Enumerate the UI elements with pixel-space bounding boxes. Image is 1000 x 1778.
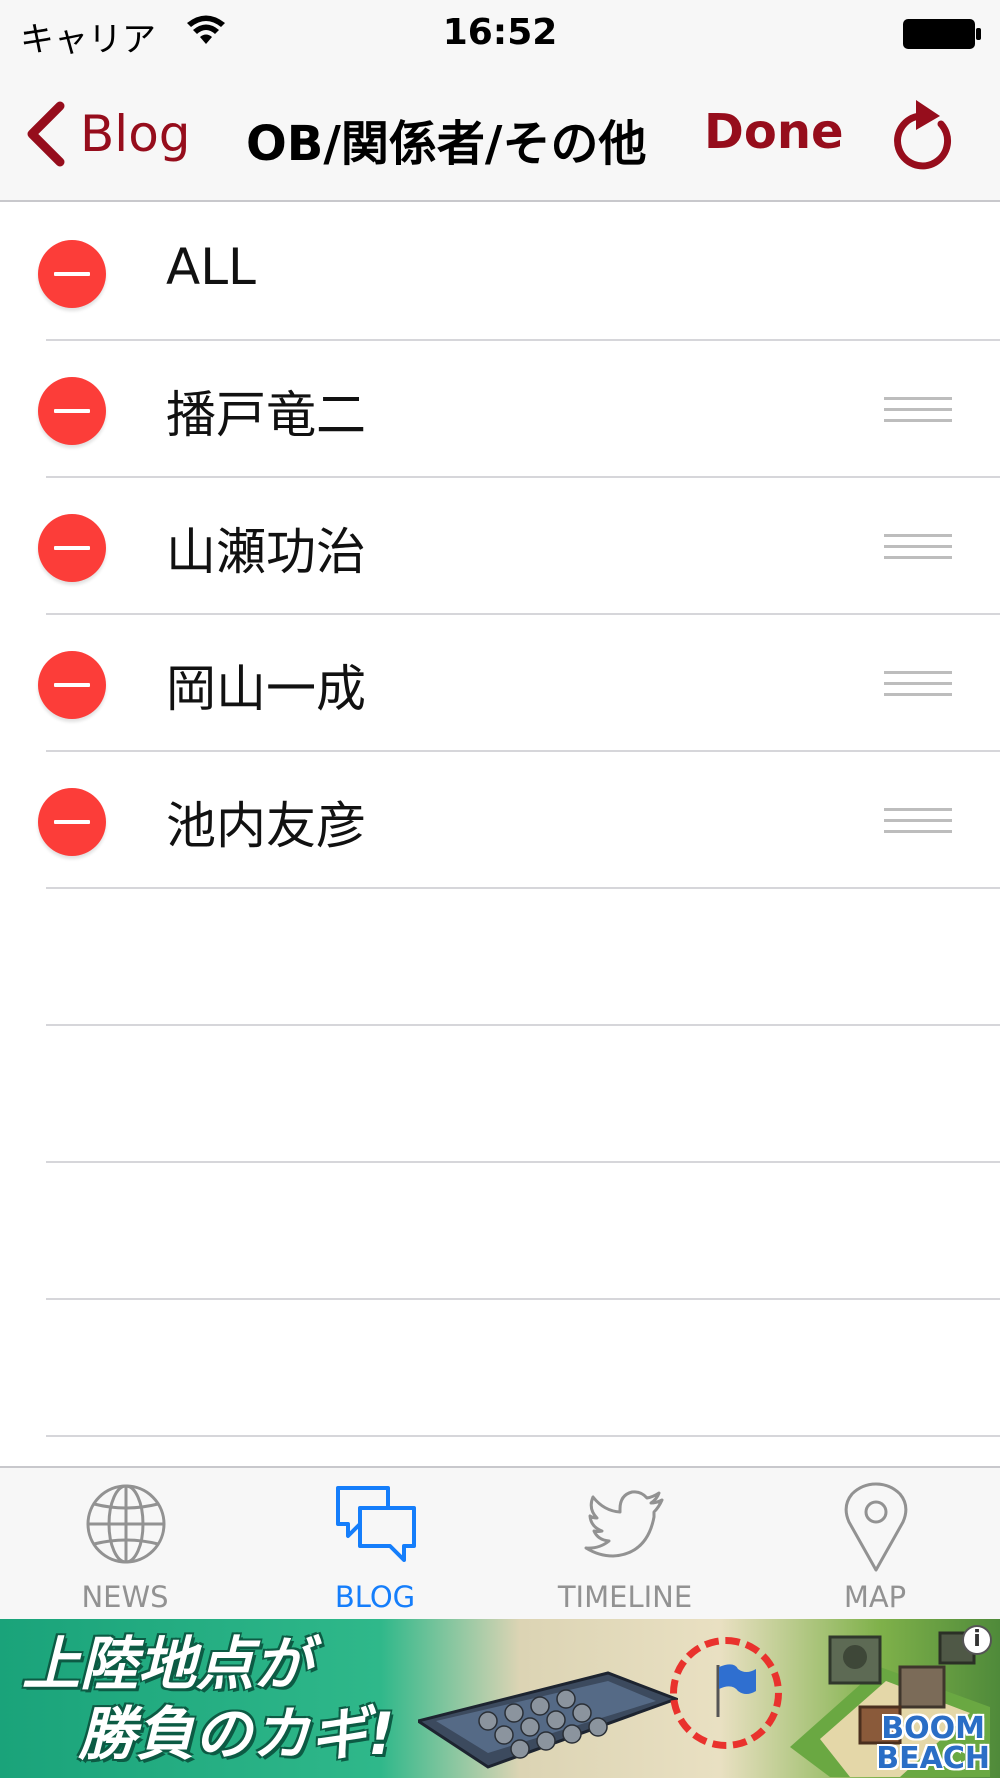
chevron-left-icon	[27, 101, 65, 167]
chat-bubbles-icon	[336, 1486, 416, 1562]
refresh-icon[interactable]	[888, 94, 958, 174]
flag-icon	[716, 1664, 756, 1717]
ad-headline-line1: 上陸地点が	[22, 1630, 313, 1698]
status-bar: キャリア 16:52	[0, 0, 1000, 66]
list-item: 岡山一成	[0, 615, 1000, 752]
ad-banner[interactable]: 上陸地点が 勝負のカギ! i BOOM BEACH	[0, 1619, 1000, 1778]
tab-label: NEWS	[81, 1580, 169, 1614]
tab-timeline[interactable]: TIMELINE	[500, 1468, 750, 1621]
list-item-label: ALL	[166, 238, 256, 296]
tab-bar: NEWS BLOG TIMELINE MAP	[0, 1466, 1000, 1619]
empty-row	[0, 1026, 1000, 1163]
done-button[interactable]: Done	[704, 104, 844, 160]
list-item: 山瀬功治	[0, 478, 1000, 615]
reorder-handle-icon[interactable]	[884, 534, 952, 560]
navigation-bar: Blog OB/関係者/その他 Done	[0, 66, 1000, 202]
ad-headline-line2: 勝負のカギ!	[78, 1700, 395, 1768]
empty-row	[0, 889, 1000, 1026]
reorder-handle-icon[interactable]	[884, 671, 952, 697]
ad-logo: BOOM BEACH	[876, 1714, 990, 1774]
tab-label: MAP	[843, 1580, 907, 1614]
empty-row	[0, 1163, 1000, 1300]
tab-label: BLOG	[334, 1580, 416, 1614]
tab-news[interactable]: NEWS	[0, 1468, 250, 1621]
battery-icon	[903, 19, 981, 49]
ad-logo-line1: BOOM	[881, 1711, 986, 1746]
tab-map[interactable]: MAP	[750, 1468, 1000, 1621]
delete-button[interactable]	[38, 240, 106, 308]
back-button[interactable]: Blog	[22, 96, 191, 172]
reorder-handle-icon[interactable]	[884, 397, 952, 423]
twitter-bird-icon	[584, 1490, 664, 1558]
delete-button[interactable]	[38, 788, 106, 856]
delete-button[interactable]	[38, 651, 106, 719]
page-title: OB/関係者/その他	[246, 116, 647, 172]
globe-icon	[86, 1484, 166, 1564]
list-item: 池内友彦	[0, 752, 1000, 889]
ad-logo-line2: BEACH	[876, 1741, 990, 1776]
list-item-label: 池内友彦	[166, 797, 366, 855]
ad-info-icon[interactable]: i	[962, 1625, 992, 1655]
back-button-label: Blog	[80, 105, 191, 163]
list-item-label: 岡山一成	[166, 660, 366, 718]
tab-label: TIMELINE	[557, 1580, 693, 1614]
list-item: 播戸竜二	[0, 341, 1000, 478]
ad-headline: 上陸地点が 勝負のカギ!	[22, 1629, 394, 1769]
list-item-label: 播戸竜二	[166, 386, 366, 444]
status-time: 16:52	[442, 12, 558, 53]
editable-list: ALL 播戸竜二 山瀬功治 岡山一成 池内友彦	[0, 204, 1000, 1437]
tab-blog[interactable]: BLOG	[250, 1468, 500, 1621]
reorder-handle-icon[interactable]	[884, 808, 952, 834]
list-item-label: 山瀬功治	[166, 523, 366, 581]
landing-boat-image	[418, 1671, 678, 1769]
delete-button[interactable]	[38, 377, 106, 445]
empty-row	[0, 1300, 1000, 1437]
delete-button[interactable]	[38, 514, 106, 582]
map-pin-icon	[844, 1482, 908, 1572]
list-item: ALL	[0, 204, 1000, 341]
